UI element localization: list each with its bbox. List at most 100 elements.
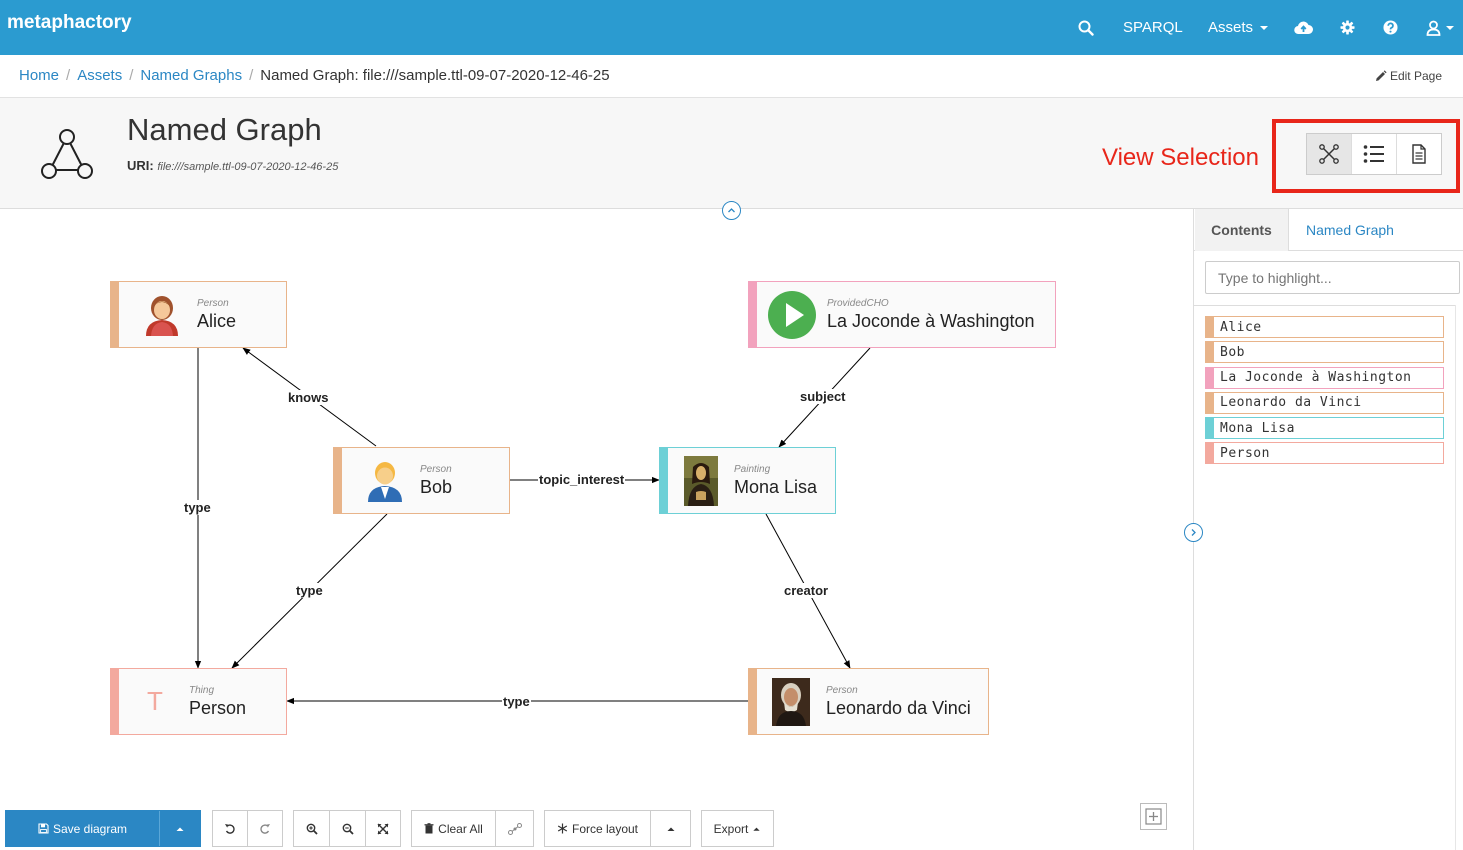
diagram-canvas[interactable]: knows subject topic_interest type type c…	[0, 210, 1193, 850]
caret-down-icon	[1446, 25, 1454, 30]
uri-label: URI:	[127, 158, 154, 173]
page-uri: URI: file:///sample.ttl-09-07-2020-12-46…	[127, 158, 338, 173]
document-view-icon	[1412, 144, 1426, 164]
redo-button[interactable]	[248, 811, 282, 846]
edge-label-type-alice: type	[183, 500, 212, 515]
fit-to-screen-button[interactable]	[366, 811, 400, 846]
node-type-label: Painting	[734, 463, 771, 475]
clear-all-button[interactable]: Clear All	[412, 811, 496, 846]
breadcrumb-current: Named Graph: file:///sample.ttl-09-07-20…	[260, 67, 610, 84]
list-view-icon	[1363, 145, 1384, 163]
export-button[interactable]: Export	[702, 811, 773, 846]
node-type-label: Thing	[189, 684, 215, 696]
painting-thumbnail	[684, 455, 718, 506]
tab-contents[interactable]: Contents	[1195, 209, 1289, 251]
clear-all-label: Clear All	[438, 821, 483, 836]
graph-view-icon	[1319, 144, 1339, 164]
chevron-right-icon	[1191, 529, 1196, 536]
nav-assets-label: Assets	[1208, 19, 1254, 36]
female-person-icon	[137, 290, 187, 340]
breadcrumb-assets[interactable]: Assets	[77, 67, 122, 84]
panel-tabs: Contents Named Graph	[1194, 209, 1463, 251]
nav-assets-dropdown[interactable]: Assets	[1208, 0, 1270, 55]
document-view-button[interactable]	[1397, 134, 1441, 174]
breadcrumb-separator: /	[129, 67, 134, 84]
panel-divider	[1194, 305, 1463, 306]
node-alice[interactable]: Person Alice	[110, 281, 287, 348]
node-type-label: Person	[197, 297, 229, 309]
node-la-joconde[interactable]: ProvidedCHO La Joconde à Washington	[748, 281, 1056, 348]
breadcrumb-named-graphs[interactable]: Named Graphs	[140, 67, 242, 84]
user-icon	[1426, 20, 1441, 36]
node-label: Alice	[197, 310, 237, 331]
node-type-label: ProvidedCHO	[827, 297, 889, 309]
zoom-group	[293, 810, 401, 847]
named-graph-icon	[41, 129, 93, 179]
graph-view-button[interactable]	[1307, 134, 1352, 174]
snowflake-icon	[557, 823, 568, 834]
list-item[interactable]: La Joconde à Washington	[1205, 366, 1444, 389]
floppy-disk-icon	[38, 823, 49, 834]
male-person-icon	[360, 456, 410, 506]
breadcrumb-separator: /	[249, 67, 254, 84]
breadcrumb-home[interactable]: Home	[19, 67, 59, 84]
gear-icon	[1340, 20, 1355, 35]
edge-label-type-leonardo: type	[502, 694, 531, 709]
trash-icon	[424, 823, 434, 834]
export-dropdown[interactable]: Export	[701, 810, 774, 847]
node-bob[interactable]: Person Bob	[333, 447, 510, 514]
thing-glyph: T	[147, 686, 163, 716]
help-button[interactable]	[1383, 0, 1398, 55]
search-icon	[1078, 20, 1094, 36]
search-button[interactable]	[1078, 0, 1094, 55]
expand-icon	[377, 823, 389, 834]
brand-logo[interactable]: metaphactory	[7, 12, 132, 34]
caret-up-icon	[753, 827, 760, 831]
edge-label-topic-interest: topic_interest	[538, 472, 626, 487]
zoom-in-button[interactable]	[294, 811, 330, 846]
portrait-thumbnail	[772, 677, 810, 727]
node-mona-lisa[interactable]: Painting Mona Lisa	[659, 447, 836, 514]
uri-value: file:///sample.ttl-09-07-2020-12-46-25	[157, 161, 339, 173]
cloud-upload-icon	[1294, 21, 1313, 35]
panel-scrollbar[interactable]	[1455, 305, 1463, 850]
upload-button[interactable]	[1294, 0, 1313, 55]
list-item[interactable]: Bob	[1205, 341, 1444, 364]
top-navbar: metaphactory SPARQL Assets	[0, 0, 1463, 55]
list-item[interactable]: Leonardo da Vinci	[1205, 391, 1444, 414]
layout-options-dropdown[interactable]	[651, 811, 690, 846]
undo-icon	[225, 823, 235, 834]
node-label: La Joconde à Washington	[827, 310, 1035, 331]
page-title: Named Graph	[127, 112, 322, 147]
edge-label-subject: subject	[799, 389, 847, 404]
list-item[interactable]: Mona Lisa	[1205, 417, 1444, 440]
force-layout-button[interactable]: Force layout	[545, 811, 651, 846]
highlight-search-input[interactable]	[1205, 261, 1460, 294]
edge-label-type-bob: type	[295, 583, 324, 598]
thing-glyph-icon: T	[131, 677, 179, 727]
breadcrumb-bar: Home / Assets / Named Graphs / Named Graph:…	[0, 55, 1463, 98]
undo-button[interactable]	[213, 811, 248, 846]
pencil-icon	[1375, 69, 1387, 81]
list-view-button[interactable]	[1352, 134, 1397, 174]
connections-button[interactable]	[496, 811, 533, 846]
list-item[interactable]: Alice	[1205, 316, 1444, 338]
node-type-label: Person	[420, 463, 452, 475]
save-diagram-button[interactable]: Save diagram	[6, 811, 160, 846]
edit-page-link[interactable]: Edit Page	[1374, 69, 1442, 83]
user-menu-dropdown[interactable]	[1426, 0, 1456, 55]
contents-panel: Contents Named Graph Alice Bob La Jocond…	[1193, 209, 1463, 850]
zoom-out-button[interactable]	[330, 811, 366, 846]
tab-named-graph[interactable]: Named Graph	[1306, 209, 1394, 251]
plus-square-icon	[1145, 808, 1162, 825]
list-item[interactable]: Person	[1205, 442, 1444, 465]
add-element-button[interactable]	[1140, 803, 1167, 830]
save-options-dropdown[interactable]	[160, 811, 200, 846]
node-person-class[interactable]: T Thing Person	[110, 668, 287, 735]
export-label: Export	[713, 821, 749, 836]
collapse-panel-button[interactable]	[1184, 523, 1203, 542]
caret-up-icon	[176, 827, 184, 831]
nav-sparql[interactable]: SPARQL	[1123, 0, 1183, 55]
settings-button[interactable]	[1340, 0, 1355, 55]
node-leonardo[interactable]: Person Leonardo da Vinci	[748, 668, 989, 735]
